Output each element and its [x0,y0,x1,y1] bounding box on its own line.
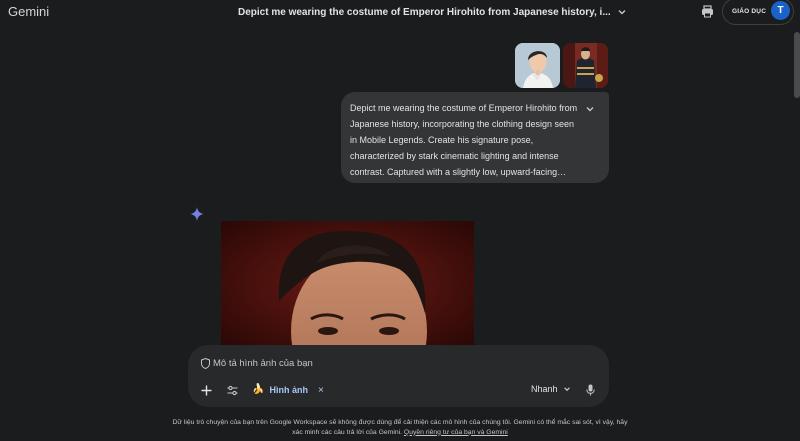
disclaimer-text-1: Dữ liệu trò chuyện của bạn trên Google W… [172,419,628,426]
education-label: GIÁO DỤC [732,8,767,15]
chat-title-dropdown[interactable]: Depict me wearing the costume of Emperor… [238,4,627,20]
generated-image[interactable] [221,221,474,346]
print-icon[interactable] [701,5,714,18]
uploaded-image-emperor[interactable] [563,43,608,88]
scrollbar-thumb[interactable] [794,32,800,98]
close-icon[interactable]: × [318,385,324,396]
chevron-down-icon [618,10,626,15]
plus-icon[interactable] [201,385,212,396]
user-message-text: Depict me wearing the costume of Emperor… [350,103,578,177]
image-tool-chip[interactable]: 🍌 Hình ảnh × [252,382,324,398]
disclaimer-text-2: xác minh các câu trả lời của Gemini. [292,428,403,436]
footer-disclaimer: Dữ liệu trò chuyện của bạn trên Google W… [150,418,650,437]
mic-icon[interactable] [586,384,595,396]
chevron-down-icon [563,387,570,392]
privacy-link[interactable]: Quyền riêng tư của bạn và Gemini [404,429,508,436]
user-message-bubble: Depict me wearing the costume of Emperor… [341,92,609,183]
tune-icon[interactable] [227,385,238,396]
shield-icon [201,358,210,369]
prompt-composer[interactable]: Mô tả hình ảnh của bạn 🍌 Hình ảnh × Nhan… [188,345,609,407]
avatar[interactable]: T [771,1,790,20]
chat-title-text: Depict me wearing the costume of Emperor… [238,6,611,18]
gemini-spark-icon [190,207,204,221]
brand-logo[interactable]: Gemini [8,4,49,19]
image-tool-label: Hình ảnh [269,385,308,395]
expand-chevron-icon[interactable] [585,104,595,114]
mode-label: Nhanh [531,384,558,394]
banana-icon: 🍌 [252,384,265,395]
gemini-app: Gemini Depict me wearing the costume of … [0,0,800,441]
mode-selector[interactable]: Nhanh [531,384,571,394]
prompt-input[interactable]: Mô tả hình ảnh của bạn [213,358,313,369]
uploaded-image-portrait[interactable] [515,43,560,88]
